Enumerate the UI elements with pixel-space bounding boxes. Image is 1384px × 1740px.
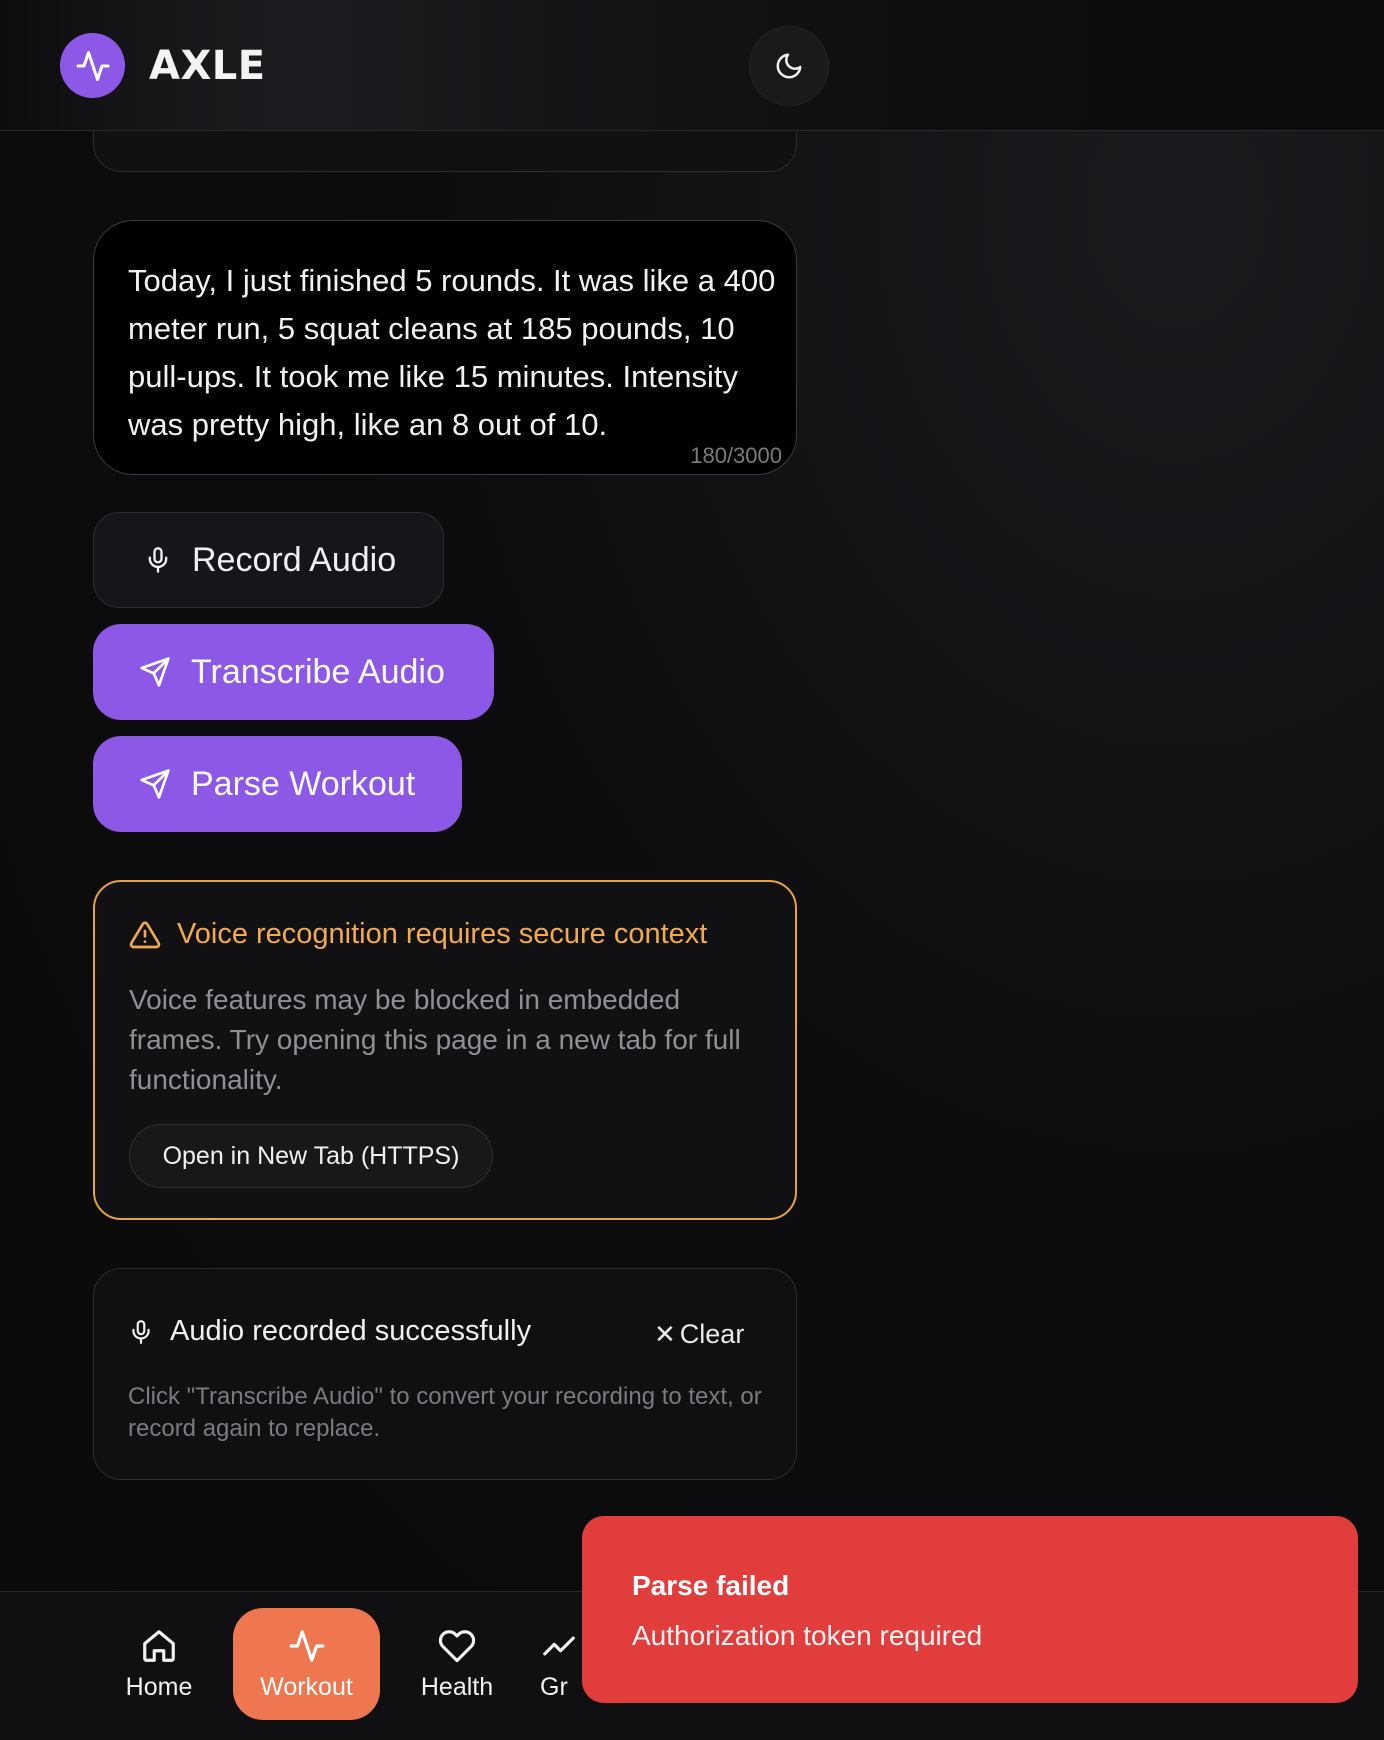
moon-icon — [776, 53, 802, 79]
warning-title-text: Voice recognition requires secure contex… — [177, 918, 708, 950]
clear-label: Clear — [679, 1319, 745, 1349]
nav-item-health[interactable]: Health — [392, 1608, 522, 1720]
nav-item-label: Workout — [260, 1672, 353, 1701]
send-icon — [140, 769, 170, 799]
send-icon — [140, 657, 170, 687]
transcribe-audio-label: Transcribe Audio — [191, 652, 445, 691]
audio-status-title: Audio recorded successfully — [128, 1315, 531, 1348]
nav-item-workout[interactable]: Workout — [233, 1608, 380, 1720]
microphone-icon — [148, 547, 168, 573]
app-logo[interactable] — [60, 33, 125, 98]
workout-text-input[interactable]: Today, I just finished 5 rounds. It was … — [93, 220, 797, 475]
warning-body: Voice features may be blocked in embedde… — [129, 984, 741, 1095]
parse-workout-label: Parse Workout — [191, 764, 416, 803]
transcribe-audio-button[interactable]: Transcribe Audio — [93, 624, 494, 720]
audio-status-card: Audio recorded successfully ✕ Clear Clic… — [93, 1268, 797, 1480]
workout-text-value: Today, I just finished 5 rounds. It was … — [128, 263, 776, 442]
activity-icon — [289, 1629, 324, 1662]
record-audio-label: Record Audio — [192, 540, 397, 579]
nav-item-label: Health — [420, 1672, 494, 1701]
theme-toggle-button[interactable] — [749, 26, 829, 106]
error-toast[interactable]: Parse failed Authorization token require… — [582, 1516, 1358, 1703]
character-count: 180/3000 — [690, 443, 782, 468]
toast-title: Parse failed — [632, 1570, 790, 1601]
toast-message: Authorization token required — [632, 1620, 983, 1651]
nav-item-label: Gr — [540, 1672, 568, 1701]
app-title: AXLE — [149, 43, 266, 89]
record-audio-button[interactable]: Record Audio — [93, 512, 444, 608]
growth-icon — [543, 1636, 575, 1655]
microphone-icon — [132, 1319, 150, 1344]
parse-workout-button[interactable]: Parse Workout — [93, 736, 462, 832]
activity-icon — [76, 50, 109, 81]
app-header: AXLE — [0, 0, 1384, 131]
secure-context-warning: Voice recognition requires secure contex… — [93, 880, 797, 1220]
warning-triangle-icon — [129, 921, 161, 948]
heart-icon — [438, 1629, 476, 1662]
nav-item-label: Home — [125, 1672, 193, 1701]
clear-audio-button[interactable]: ✕ Clear — [654, 1319, 744, 1350]
open-new-tab-button[interactable]: Open in New Tab (HTTPS) — [129, 1124, 493, 1188]
audio-status-body: Click "Transcribe Audio" to convert your… — [128, 1383, 762, 1442]
home-icon — [143, 1629, 175, 1662]
audio-status-text: Audio recorded successfully — [170, 1315, 532, 1347]
warning-title: Voice recognition requires secure contex… — [129, 918, 707, 951]
close-icon: ✕ — [654, 1319, 676, 1349]
nav-item-home[interactable]: Home — [94, 1608, 224, 1720]
